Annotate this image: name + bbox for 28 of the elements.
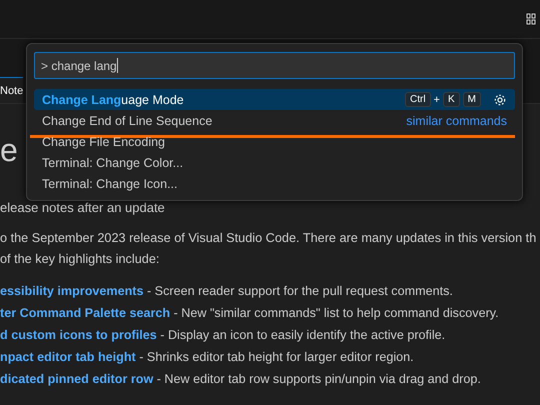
highlight-text: - Shrinks editor tab height for larger editor region. (138, 350, 414, 364)
highlight-link[interactable]: ter Command Palette search (0, 306, 170, 320)
highlight-link[interactable]: essibility improvements (0, 284, 144, 298)
highlight-text: - Display an icon to easily identify the active profile. (159, 328, 446, 342)
highlight-link[interactable]: dicated pinned editor row (0, 372, 154, 386)
intro-text: of the key highlights include: (0, 251, 160, 268)
highlight-text: - New editor tab row supports pin/unpin via drag and drop. (156, 372, 481, 386)
command-item[interactable]: Change File Encoding (34, 131, 515, 152)
keybinding-key: M (462, 92, 481, 107)
highlight-text: - Screen reader support for the pull request comments. (146, 284, 453, 298)
page-heading: e (0, 132, 18, 168)
command-item[interactable]: Terminal: Change Color... (34, 152, 515, 173)
highlight-text: - New "similar commands" list to help command discovery. (172, 306, 499, 320)
intro-text: o the September 2023 release of Visual Studio Code. There are many updates in this version th (0, 230, 538, 247)
highlight-link[interactable]: npact editor tab height (0, 350, 136, 364)
similar-commands-label: similar commands (406, 114, 507, 128)
command-item[interactable]: Terminal: Change Icon... (34, 173, 515, 194)
highlight-link[interactable]: d custom icons to profiles (0, 328, 157, 342)
keybinding-key: K (442, 92, 460, 107)
editor-tab[interactable]: Note (0, 77, 24, 103)
plus-sign: + (434, 94, 440, 106)
keybinding-key: Ctrl (404, 92, 431, 107)
layout-icon[interactable] (526, 13, 536, 25)
command-item[interactable]: Change End of Line Sequence similar commands (34, 110, 515, 131)
command-item[interactable]: Change Language Mode Ctrl + K M (34, 89, 515, 110)
settings-icon[interactable] (493, 92, 507, 106)
subtitle: elease notes after an update (0, 200, 166, 216)
command-input[interactable]: > change lang (34, 52, 515, 79)
